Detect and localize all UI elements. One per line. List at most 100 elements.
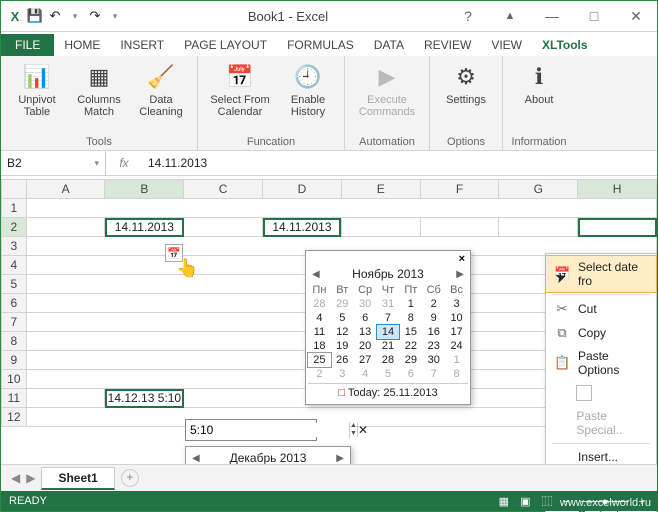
calendar-trigger-button[interactable]: 📅 [165, 244, 183, 262]
about-button[interactable]: ℹAbout [511, 58, 567, 136]
cal-day[interactable]: 24 [445, 339, 468, 353]
cal-day[interactable]: 8 [445, 367, 468, 381]
cal-day[interactable]: 1 [445, 353, 468, 367]
menu-cut[interactable]: ✂Cut [546, 297, 656, 321]
ribbon-collapse-icon[interactable]: ▲ [495, 10, 525, 22]
cell-b2[interactable]: 14.11.2013 [105, 218, 184, 237]
time-spinner[interactable]: ▲▼ [349, 422, 357, 438]
cal-day[interactable]: 6 [354, 311, 377, 325]
cell-a11[interactable] [26, 389, 105, 408]
cal-day[interactable]: 1 [399, 297, 422, 311]
time-input[interactable] [186, 423, 349, 437]
calendar-today-footer[interactable]: □ Today: 25.11.2013 [308, 383, 468, 402]
col-header-h[interactable]: H [578, 180, 657, 199]
row-header-2[interactable]: 2 [2, 218, 27, 237]
tab-page-layout[interactable]: PAGE LAYOUT [174, 34, 277, 56]
undo-icon[interactable]: ↶ [47, 8, 63, 24]
row-header-1[interactable]: 1 [2, 199, 27, 218]
cal-day[interactable]: 4 [354, 367, 377, 381]
cal-day[interactable]: 5 [377, 367, 400, 381]
cal-day[interactable]: 19 [331, 339, 354, 353]
cal-day[interactable]: 7 [377, 311, 400, 325]
cal-day[interactable]: 23 [422, 339, 445, 353]
cal-day[interactable]: 3 [445, 297, 468, 311]
menu-paste-sub[interactable] [546, 381, 656, 405]
cal-day[interactable]: 21 [377, 339, 400, 353]
cal-day[interactable]: 13 [354, 325, 377, 339]
cal-day[interactable]: 8 [399, 311, 422, 325]
cal-dec-next-icon[interactable]: ▶ [336, 453, 344, 464]
formula-value[interactable]: 14.11.2013 [142, 156, 657, 170]
qat-customize-icon[interactable]: ▾ [107, 8, 123, 24]
cell-e2[interactable] [341, 218, 420, 237]
cal-day[interactable]: 20 [354, 339, 377, 353]
cal-day[interactable]: 6 [399, 367, 422, 381]
row-header-10[interactable]: 10 [2, 370, 27, 389]
time-close-icon[interactable]: ✕ [357, 423, 368, 437]
cal-prev-icon[interactable]: ◀ [312, 269, 320, 280]
settings-button[interactable]: ⚙Settings [438, 58, 494, 136]
row-header-7[interactable]: 7 [2, 313, 27, 332]
cal-day[interactable]: 2 [308, 367, 331, 381]
view-normal-icon[interactable]: ▦ [499, 496, 509, 508]
cal-day[interactable]: 30 [422, 353, 445, 367]
redo-icon[interactable]: ↷ [87, 8, 103, 24]
view-pagebreak-icon[interactable]: ⿲ [542, 496, 553, 508]
row-header-11[interactable]: 11 [2, 389, 27, 408]
spin-up-icon[interactable]: ▲ [350, 422, 357, 430]
cal-day[interactable]: 7 [422, 367, 445, 381]
col-header-a[interactable]: A [26, 180, 105, 199]
cell-g2[interactable] [499, 218, 578, 237]
col-header-e[interactable]: E [341, 180, 420, 199]
cell-f2[interactable] [420, 218, 499, 237]
spin-down-icon[interactable]: ▼ [350, 430, 357, 438]
cal-day[interactable]: 28 [377, 353, 400, 367]
save-icon[interactable]: 💾 [27, 8, 43, 24]
cell-d2[interactable]: 14.11.2013 [263, 218, 342, 237]
tab-formulas[interactable]: FORMULAS [277, 34, 364, 56]
cal-day[interactable]: 4 [308, 311, 331, 325]
calendar-grid-november[interactable]: ПнВтСрЧтПтСбВс28293031123456789101112131… [308, 283, 468, 381]
cal-day[interactable]: 9 [422, 311, 445, 325]
menu-paste-options[interactable]: 📋Paste Options [546, 345, 656, 381]
name-box-drop-icon[interactable]: ▾ [94, 158, 99, 169]
calendar-close-icon[interactable]: × [308, 253, 468, 265]
name-box[interactable]: B2▾ [1, 151, 106, 175]
row-header-12[interactable]: 12 [2, 408, 27, 427]
cal-day[interactable]: 18 [308, 339, 331, 353]
columns-match-button[interactable]: ▦Columns Match [71, 58, 127, 136]
cal-day[interactable]: 3 [331, 367, 354, 381]
cal-day[interactable]: 22 [399, 339, 422, 353]
cal-dec-prev-icon[interactable]: ◀ [192, 453, 200, 464]
time-picker[interactable]: ▲▼ ✕ [185, 419, 317, 441]
tab-file[interactable]: FILE [1, 34, 54, 56]
tab-data[interactable]: DATA [364, 34, 414, 56]
close-icon[interactable]: ✕ [621, 8, 651, 25]
col-header-c[interactable]: C [184, 180, 263, 199]
col-header-g[interactable]: G [499, 180, 578, 199]
view-layout-icon[interactable]: ▣ [520, 496, 530, 508]
col-header-f[interactable]: F [420, 180, 499, 199]
tab-view[interactable]: VIEW [481, 34, 532, 56]
row-header-8[interactable]: 8 [2, 332, 27, 351]
menu-select-date[interactable]: 📅Select date fro [546, 256, 656, 292]
cal-day[interactable]: 27 [354, 353, 377, 367]
cal-day[interactable]: 30 [354, 297, 377, 311]
cal-day[interactable]: 12 [331, 325, 354, 339]
row-header-4[interactable]: 4 [2, 256, 27, 275]
row-header-6[interactable]: 6 [2, 294, 27, 313]
sheet-nav-next-icon[interactable]: ▶ [26, 471, 35, 485]
data-cleaning-button[interactable]: 🧹Data Cleaning [133, 58, 189, 136]
cal-day[interactable]: 2 [422, 297, 445, 311]
unpivot-table-button[interactable]: 📊Unpivot Table [9, 58, 65, 136]
minimize-icon[interactable]: — [537, 8, 567, 24]
cal-day[interactable]: 17 [445, 325, 468, 339]
cell-a2[interactable] [26, 218, 105, 237]
sheet-nav-prev-icon[interactable]: ◀ [11, 471, 20, 485]
sheet-tab-sheet1[interactable]: Sheet1 [41, 467, 114, 490]
select-all-corner[interactable] [2, 180, 27, 199]
tab-xltools[interactable]: XLTools [532, 34, 598, 56]
maximize-icon[interactable]: □ [579, 8, 609, 24]
cal-day[interactable]: 29 [399, 353, 422, 367]
cal-day[interactable]: 15 [399, 325, 422, 339]
